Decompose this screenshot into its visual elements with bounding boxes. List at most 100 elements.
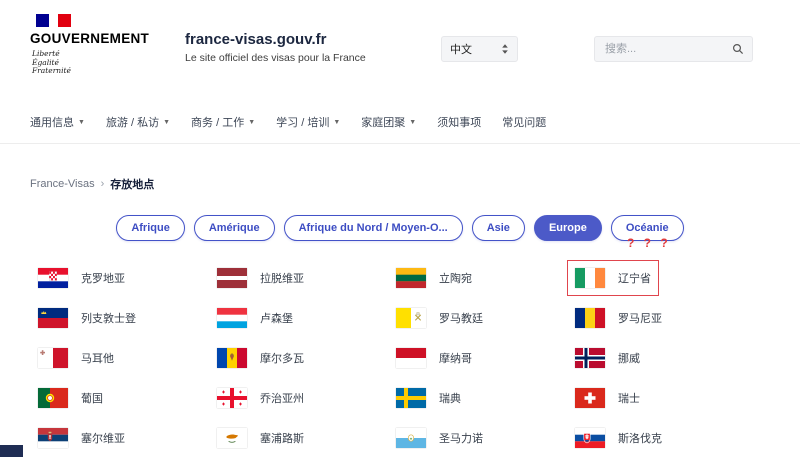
country-label: 列支敦士登: [81, 310, 136, 326]
country-item-liechtenstein[interactable]: 列支敦士登: [38, 308, 136, 328]
malta-flag-icon: [38, 348, 68, 368]
country-label: 摩尔多瓦: [260, 350, 304, 366]
nav-item-5[interactable]: 家庭团聚 ▼: [361, 114, 416, 130]
nav-item-7[interactable]: 常见问题: [502, 114, 546, 130]
chevron-down-icon: ▼: [163, 119, 170, 126]
nav-item-label: 须知事项: [437, 114, 481, 130]
site-title[interactable]: france-visas.gouv.fr: [185, 31, 366, 48]
chevron-down-icon: ▼: [333, 119, 340, 126]
country-item-romania[interactable]: 罗马尼亚: [575, 308, 662, 328]
nav-item-6[interactable]: 须知事项: [437, 114, 481, 130]
nav-item-label: 家庭团聚: [361, 114, 405, 130]
country-grid: 克罗地亚 拉脱维亚 立陶宛 辽宁省列支敦士登 卢森堡 罗马教廷 罗马尼亚马耳他 摩尔多瓦 摩纳哥…: [38, 258, 762, 457]
portugal-flag-icon: [38, 388, 68, 408]
chevron-down-icon: ▼: [248, 119, 255, 126]
site-title-block[interactable]: france-visas.gouv.fr Le site officiel de…: [185, 31, 366, 64]
breadcrumb-current: 存放地点: [110, 176, 154, 192]
search-icon[interactable]: [732, 43, 744, 55]
vatican-flag-icon: [396, 308, 426, 328]
chevron-down-icon: ▼: [409, 119, 416, 126]
country-label: 摩纳哥: [439, 350, 472, 366]
country-item-cyprus[interactable]: 塞浦路斯: [217, 428, 304, 448]
croatia-flag-icon: [38, 268, 68, 288]
country-label: 罗马教廷: [439, 310, 483, 326]
language-value: 中文: [450, 41, 472, 57]
nav-item-3[interactable]: 商务 / 工作 ▼: [191, 114, 255, 130]
monaco-flag-icon: [396, 348, 426, 368]
country-item-moldova[interactable]: 摩尔多瓦: [217, 348, 304, 368]
tab-asie[interactable]: Asie: [472, 215, 525, 241]
country-label: 罗马尼亚: [618, 310, 662, 326]
breadcrumb: France-Visas › 存放地点: [30, 176, 154, 192]
gouvernement-wordmark: GOUVERNEMENT: [30, 31, 149, 46]
divider: [0, 143, 800, 144]
norway-flag-icon: [575, 348, 605, 368]
country-item-serbia[interactable]: 塞尔维亚: [38, 428, 125, 448]
nav-item-label: 旅游 / 私访: [106, 114, 159, 130]
tab-europe[interactable]: Europe: [534, 215, 602, 241]
moldova-flag-icon: [217, 348, 247, 368]
country-label: 塞浦路斯: [260, 430, 304, 446]
country-label: 拉脱维亚: [260, 270, 304, 286]
french-flag-icon: [36, 14, 149, 27]
country-item-slovakia[interactable]: 斯洛伐克: [575, 428, 662, 448]
switzerland-flag-icon: [575, 388, 605, 408]
lithuania-flag-icon: [396, 268, 426, 288]
country-label: 圣马力诺: [439, 430, 483, 446]
nav-item-label: 学习 / 培训: [276, 114, 329, 130]
country-item-croatia[interactable]: 克罗地亚: [38, 268, 125, 288]
breadcrumb-home-link[interactable]: France-Visas: [30, 178, 95, 190]
country-item-sweden[interactable]: 瑞典: [396, 388, 461, 408]
country-item-portugal[interactable]: 葡国: [38, 388, 103, 408]
country-label: 挪威: [618, 350, 640, 366]
country-item-monaco[interactable]: 摩纳哥: [396, 348, 472, 368]
country-item-lithuania[interactable]: 立陶宛: [396, 268, 472, 288]
breadcrumb-separator: ›: [101, 178, 105, 190]
country-label: 辽宁省: [618, 270, 651, 286]
country-label: 立陶宛: [439, 270, 472, 286]
nav-item-label: 常见问题: [502, 114, 546, 130]
romania-flag-icon: [575, 308, 605, 328]
country-label: 乔治亚州: [260, 390, 304, 406]
tab-afrique[interactable]: Afrique: [116, 215, 185, 241]
country-item-malta[interactable]: 马耳他: [38, 348, 114, 368]
annotation-question-marks: ? ? ?: [627, 236, 671, 250]
georgia-flag-icon: [217, 388, 247, 408]
footer-edge: [0, 445, 23, 457]
serbia-flag-icon: [38, 428, 68, 448]
updown-arrows-icon: [501, 43, 509, 55]
country-label: 葡国: [81, 390, 103, 406]
luxembourg-flag-icon: [217, 308, 247, 328]
country-item-switzerland[interactable]: 瑞士: [575, 388, 640, 408]
country-label: 瑞典: [439, 390, 461, 406]
country-item-sanmarino[interactable]: 圣马力诺: [396, 428, 483, 448]
motto: Liberté Égalité Fraternité: [32, 50, 149, 76]
main-nav: 通用信息▼ 旅游 / 私访 ▼ 商务 / 工作 ▼ 学习 / 培训 ▼ 家庭团聚 ▼ 须知事项 常见…: [30, 114, 546, 130]
country-item-georgia[interactable]: 乔治亚州: [217, 388, 304, 408]
country-item-vatican[interactable]: 罗马教廷: [396, 308, 483, 328]
country-label: 斯洛伐克: [618, 430, 662, 446]
country-label: 克罗地亚: [81, 270, 125, 286]
nav-item-2[interactable]: 旅游 / 私访 ▼: [106, 114, 170, 130]
country-item-luxembourg[interactable]: 卢森堡: [217, 308, 293, 328]
country-item-norway[interactable]: 挪威: [575, 348, 640, 368]
motto-line: Fraternité: [32, 67, 149, 76]
country-item-latvia[interactable]: 拉脱维亚: [217, 268, 304, 288]
language-selector[interactable]: 中文: [441, 36, 518, 62]
nav-item-4[interactable]: 学习 / 培训 ▼: [276, 114, 340, 130]
search-input[interactable]: [603, 42, 732, 56]
tab-afrique-du-nord-moyen-o[interactable]: Afrique du Nord / Moyen-O...: [284, 215, 463, 241]
search-box[interactable]: [594, 36, 753, 62]
gouvernement-logo: GOUVERNEMENT Liberté Égalité Fraternité: [30, 14, 149, 76]
page: GOUVERNEMENT Liberté Égalité Fraternité …: [0, 0, 800, 457]
site-subtitle: Le site officiel des visas pour la Franc…: [185, 52, 366, 64]
sanmarino-flag-icon: [396, 428, 426, 448]
country-label: 塞尔维亚: [81, 430, 125, 446]
tab-amerique[interactable]: Amérique: [194, 215, 275, 241]
slovakia-flag-icon: [575, 428, 605, 448]
country-label: 卢森堡: [260, 310, 293, 326]
sweden-flag-icon: [396, 388, 426, 408]
country-item-ireland[interactable]: 辽宁省: [575, 268, 651, 288]
nav-item-label: 商务 / 工作: [191, 114, 244, 130]
nav-item-1[interactable]: 通用信息▼: [30, 114, 85, 130]
